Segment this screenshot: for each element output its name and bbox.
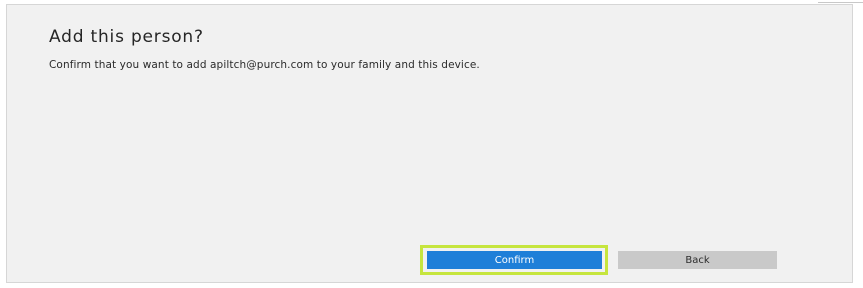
confirm-button[interactable]: Confirm: [427, 251, 602, 269]
dialog-message: Confirm that you want to add apiltch@pur…: [49, 59, 480, 71]
back-button[interactable]: Back: [618, 251, 777, 269]
dialog-title: Add this person?: [49, 27, 204, 47]
add-person-dialog: Add this person? Confirm that you want t…: [6, 4, 853, 283]
window-edge-line: [818, 2, 863, 3]
